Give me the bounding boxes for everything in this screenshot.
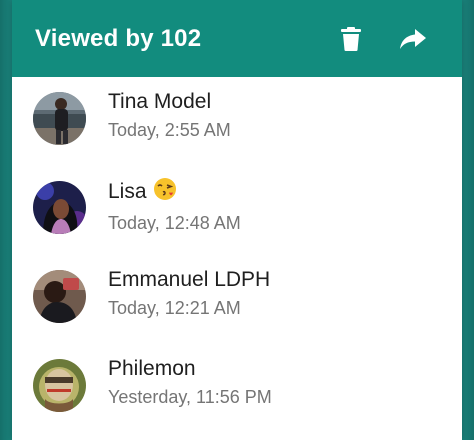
viewer-name-row: Lisa <box>108 177 241 209</box>
viewers-sheet: Viewed by 102 Tina Model Today, 2:55 AM … <box>12 0 462 440</box>
viewer-name: Tina Model <box>108 90 212 113</box>
avatar <box>33 270 86 323</box>
list-item[interactable]: Tina Model Today, 2:55 AM <box>12 82 462 171</box>
share-icon <box>400 29 426 49</box>
viewers-header: Viewed by 102 <box>12 0 462 77</box>
list-item[interactable]: Philemon Yesterday, 11:56 PM <box>12 349 462 438</box>
forward-button[interactable] <box>398 24 428 54</box>
view-time: Yesterday, 11:56 PM <box>108 387 272 407</box>
viewer-name: Philemon <box>108 357 196 380</box>
viewer-name: Emmanuel LDPH <box>108 268 271 291</box>
kissing-face-emoji-icon <box>153 177 177 209</box>
screen: Viewed by 102 Tina Model Today, 2:55 AM … <box>0 0 474 440</box>
list-item[interactable]: Lisa Today, 12:48 AM <box>12 171 462 260</box>
delete-icon <box>341 27 361 51</box>
avatar <box>33 181 86 234</box>
avatar <box>33 92 86 145</box>
view-time: Today, 2:55 AM <box>108 120 231 140</box>
view-time: Today, 12:48 AM <box>108 213 241 233</box>
viewers-list: Tina Model Today, 2:55 AM Lisa Today, 12… <box>12 77 462 438</box>
avatar <box>33 359 86 412</box>
viewers-title: Viewed by 102 <box>35 24 202 52</box>
delete-button[interactable] <box>336 24 366 54</box>
viewer-name: Lisa <box>108 180 147 203</box>
list-item[interactable]: Emmanuel LDPH Today, 12:21 AM <box>12 260 462 349</box>
view-time: Today, 12:21 AM <box>108 298 241 318</box>
